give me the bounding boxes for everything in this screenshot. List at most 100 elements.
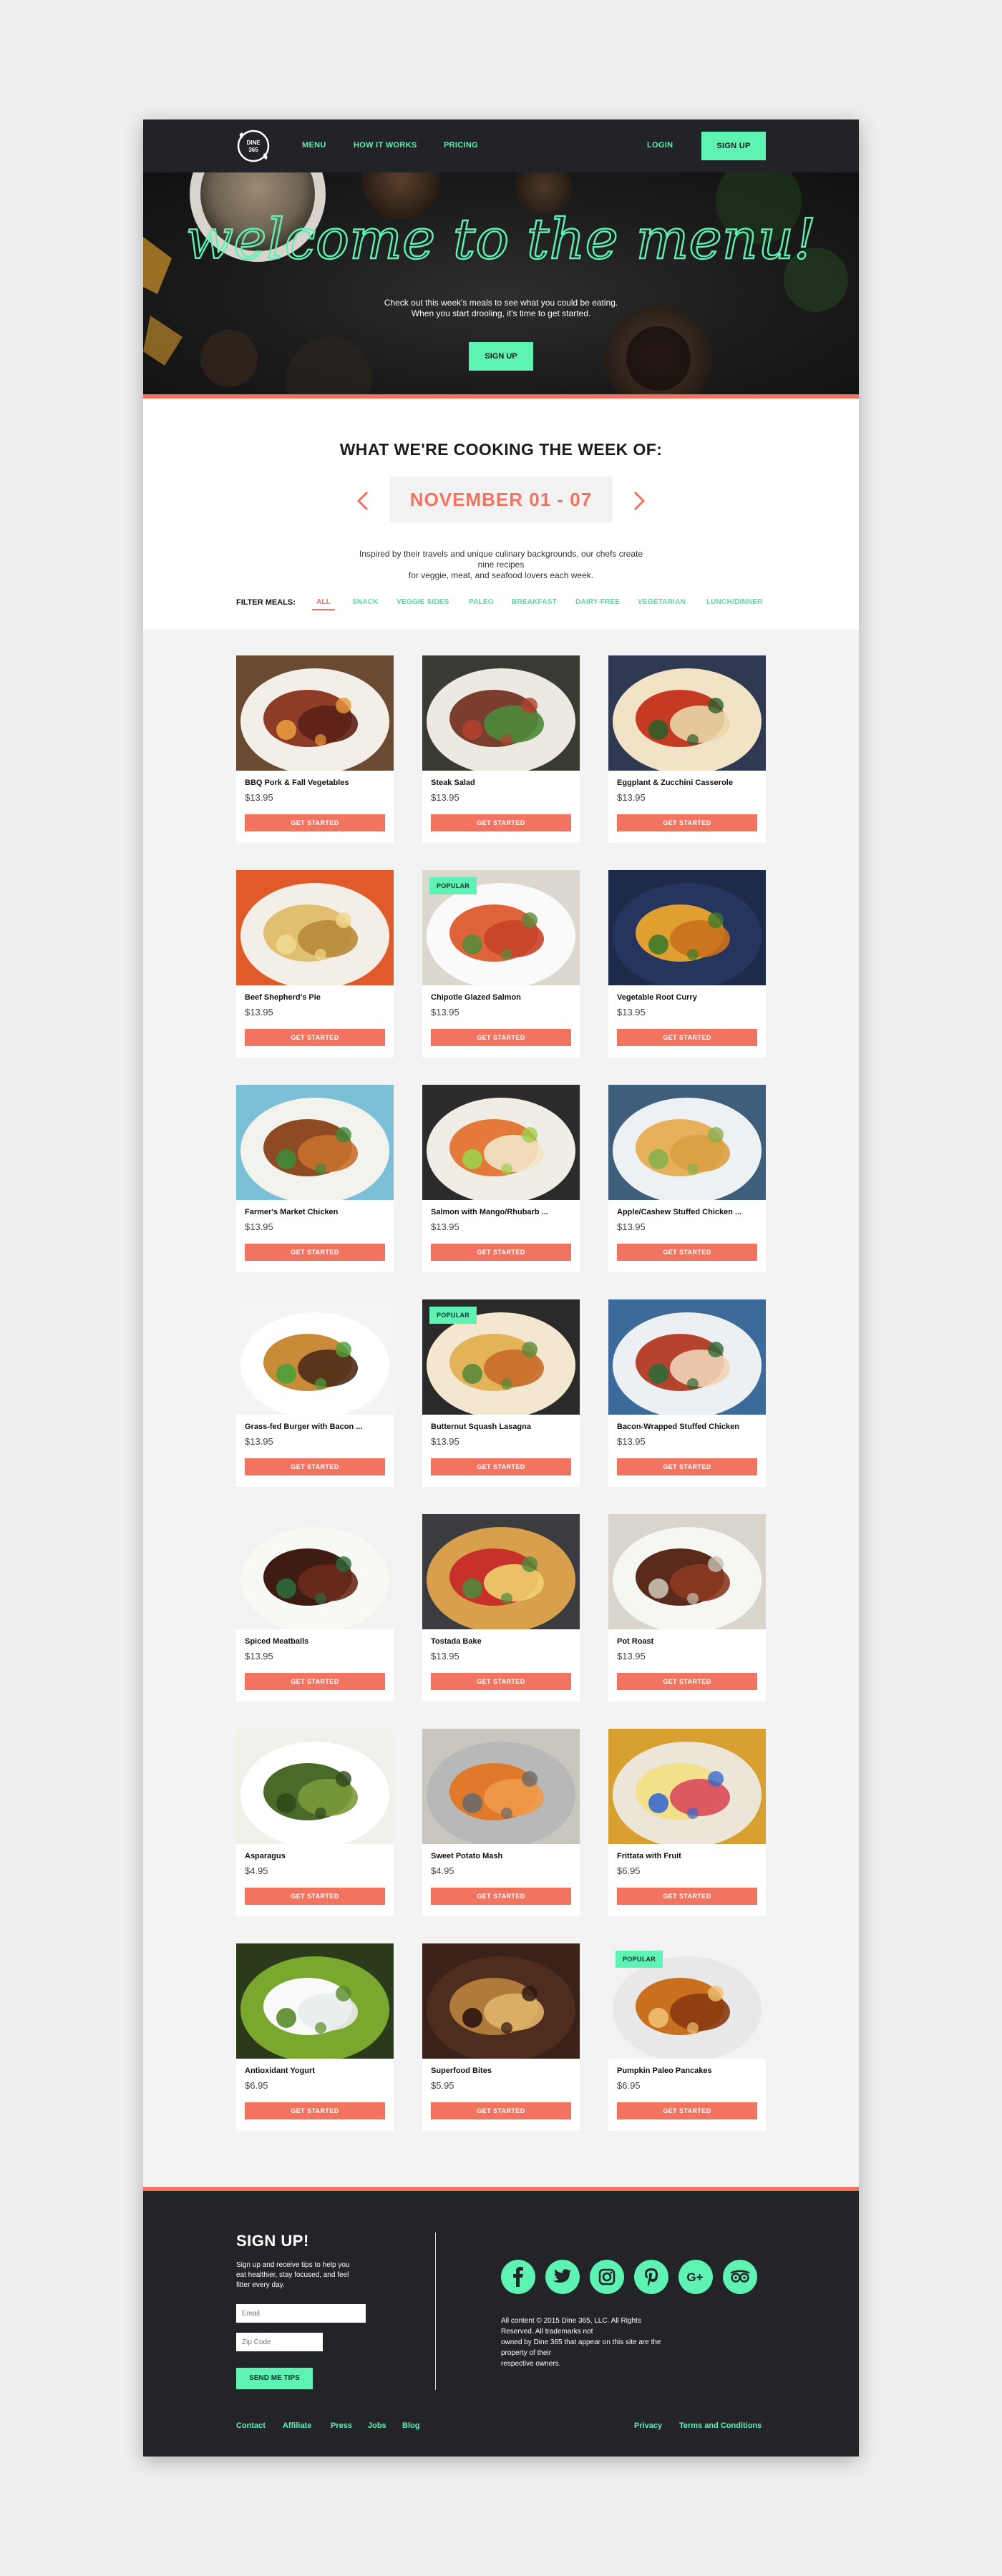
meal-card[interactable]: Frittata with Fruit $6.95 GET STARTED (608, 1729, 766, 1916)
filter-dairy-free[interactable]: DAIRY-FREE (575, 598, 620, 606)
hero-signup-button[interactable]: SIGN UP (469, 342, 533, 371)
meal-card[interactable]: BBQ Pork & Fall Vegetables $13.95 GET STAR… (236, 655, 394, 843)
meal-card[interactable]: Superfood Bites $5.95 GET STARTED (422, 1943, 580, 2131)
footer-link-press[interactable]: Press (331, 2421, 352, 2430)
get-started-button[interactable]: GET STARTED (617, 1673, 757, 1690)
meal-card[interactable]: Salmon with Mango/Rhubarb ... $13.95 GET S… (422, 1085, 580, 1272)
nav-how-it-works-link[interactable]: HOW IT WORKS (354, 141, 417, 150)
filter-veggie-sides[interactable]: VEGGIE SIDES (397, 598, 449, 606)
get-started-button[interactable]: GET STARTED (431, 1029, 571, 1046)
get-started-button[interactable]: GET STARTED (245, 2102, 385, 2119)
filter-vegetarian[interactable]: VEGETARIAN (638, 598, 686, 606)
meal-name[interactable]: Beef Shepherd's Pie (245, 993, 388, 1002)
get-started-button[interactable]: GET STARTED (245, 1458, 385, 1475)
facebook-icon[interactable] (501, 2260, 535, 2294)
get-started-button[interactable]: GET STARTED (431, 1673, 571, 1690)
pinterest-icon[interactable] (634, 2260, 668, 2294)
meal-card[interactable]: Sweet Potato Mash $4.95 GET STARTED (422, 1729, 580, 1916)
meal-name[interactable]: Spiced Meatballs (245, 1637, 388, 1646)
meal-card[interactable]: Tostada Bake $13.95 GET STARTED (422, 1514, 580, 1702)
get-started-button[interactable]: GET STARTED (617, 1888, 757, 1905)
meal-card[interactable]: Beef Shepherd's Pie $13.95 GET STARTED (236, 870, 394, 1058)
meal-photo[interactable] (236, 1085, 394, 1200)
meal-name[interactable]: Frittata with Fruit (617, 1852, 760, 1860)
meal-photo[interactable] (422, 1514, 580, 1629)
footer-link-contact[interactable]: Contact (236, 2421, 266, 2430)
meal-name[interactable]: Eggplant & Zucchini Casserole (617, 779, 760, 787)
meal-card[interactable]: Asparagus $4.95 GET STARTED (236, 1729, 394, 1916)
logo[interactable]: DINE 365 (235, 129, 272, 163)
meal-name[interactable]: Steak Salad (431, 779, 574, 787)
meal-name[interactable]: Farmer's Market Chicken (245, 1208, 388, 1216)
tripadvisor-icon[interactable] (723, 2260, 757, 2294)
meal-photo[interactable] (422, 1085, 580, 1200)
meal-name[interactable]: Pumpkin Paleo Pancakes (617, 2067, 760, 2075)
meal-name[interactable]: Grass-fed Burger with Bacon ... (245, 1423, 388, 1431)
meal-name[interactable]: Tostada Bake (431, 1637, 574, 1646)
email-field[interactable] (236, 2304, 366, 2323)
footer-link-blog[interactable]: Blog (402, 2421, 419, 2430)
instagram-icon[interactable] (590, 2260, 624, 2294)
get-started-button[interactable]: GET STARTED (431, 1244, 571, 1261)
get-started-button[interactable]: GET STARTED (617, 1458, 757, 1475)
meal-photo[interactable] (236, 1943, 394, 2059)
get-started-button[interactable]: GET STARTED (431, 814, 571, 831)
get-started-button[interactable]: GET STARTED (431, 1458, 571, 1475)
meal-name[interactable]: BBQ Pork & Fall Vegetables (245, 779, 388, 787)
get-started-button[interactable]: GET STARTED (617, 1244, 757, 1261)
meal-name[interactable]: Superfood Bites (431, 2067, 574, 2075)
meal-card[interactable]: Vegetable Root Curry $13.95 GET STARTED (608, 870, 766, 1058)
get-started-button[interactable]: GET STARTED (245, 1029, 385, 1046)
get-started-button[interactable]: GET STARTED (617, 2102, 757, 2119)
meal-photo[interactable] (608, 1085, 766, 1200)
meal-photo[interactable] (422, 1943, 580, 2059)
footer-link-jobs[interactable]: Jobs (368, 2421, 386, 2430)
meal-photo[interactable] (236, 1514, 394, 1629)
filter-breakfast[interactable]: BREAKFAST (512, 598, 557, 606)
send-tips-button[interactable]: SEND ME TIPS (236, 2368, 313, 2389)
meal-photo[interactable] (608, 655, 766, 771)
meal-card[interactable]: Eggplant & Zucchini Casserole $13.95 GET S… (608, 655, 766, 843)
meal-name[interactable]: Vegetable Root Curry (617, 993, 760, 1002)
meal-photo[interactable] (608, 1729, 766, 1844)
meal-card[interactable]: Grass-fed Burger with Bacon ... $13.95 GET… (236, 1299, 394, 1487)
nav-pricing-link[interactable]: PRICING (444, 141, 478, 150)
get-started-button[interactable]: GET STARTED (245, 1244, 385, 1261)
meal-photo[interactable] (608, 870, 766, 985)
meal-name[interactable]: Pot Roast (617, 1637, 760, 1646)
filter-paleo[interactable]: PALEO (469, 598, 494, 606)
filter-lunch-dinner[interactable]: LUNCH/DINNER (706, 598, 763, 606)
get-started-button[interactable]: GET STARTED (245, 1673, 385, 1690)
footer-link-terms[interactable]: Terms and Conditions (679, 2421, 762, 2430)
meal-card[interactable]: POPULAR Butternut Squash Lasagna $13.95 GET… (422, 1299, 580, 1487)
meal-card[interactable]: Apple/Cashew Stuffed Chicken ... $13.95 GE… (608, 1085, 766, 1272)
meal-card[interactable]: Steak Salad $13.95 GET STARTED (422, 655, 580, 843)
meal-card[interactable]: Pot Roast $13.95 GET STARTED (608, 1514, 766, 1702)
get-started-button[interactable]: GET STARTED (431, 2102, 571, 2119)
zip-code-field[interactable] (236, 2333, 323, 2351)
nav-signup-button[interactable]: SIGN UP (701, 132, 766, 160)
google-plus-icon[interactable]: G+ (678, 2260, 713, 2294)
meal-photo[interactable] (236, 870, 394, 985)
chevron-left-icon[interactable] (349, 487, 378, 515)
meal-photo[interactable] (422, 1729, 580, 1844)
get-started-button[interactable]: GET STARTED (617, 814, 757, 831)
nav-login-link[interactable]: LOGIN (647, 141, 673, 150)
meal-name[interactable]: Chipotle Glazed Salmon (431, 993, 574, 1002)
meal-photo[interactable] (236, 655, 394, 771)
chevron-right-icon[interactable] (624, 487, 653, 515)
meal-name[interactable]: Antioxidant Yogurt (245, 2067, 388, 2075)
nav-menu-link[interactable]: MENU (302, 141, 326, 150)
footer-link-affiliate[interactable]: Affiliate (283, 2421, 311, 2430)
meal-card[interactable]: Bacon-Wrapped Stuffed Chicken $13.95 GET S… (608, 1299, 766, 1487)
meal-name[interactable]: Apple/Cashew Stuffed Chicken ... (617, 1208, 760, 1216)
filter-snack[interactable]: SNACK (352, 598, 379, 606)
meal-card[interactable]: Spiced Meatballs $13.95 GET STARTED (236, 1514, 394, 1702)
filter-all[interactable]: ALL (311, 598, 336, 610)
meal-photo[interactable] (236, 1729, 394, 1844)
get-started-button[interactable]: GET STARTED (431, 1888, 571, 1905)
meal-name[interactable]: Salmon with Mango/Rhubarb ... (431, 1208, 574, 1216)
meal-card[interactable]: POPULAR Pumpkin Paleo Pancakes $6.95 GET ST… (608, 1943, 766, 2131)
meal-name[interactable]: Bacon-Wrapped Stuffed Chicken (617, 1423, 760, 1431)
meal-photo[interactable] (236, 1299, 394, 1415)
